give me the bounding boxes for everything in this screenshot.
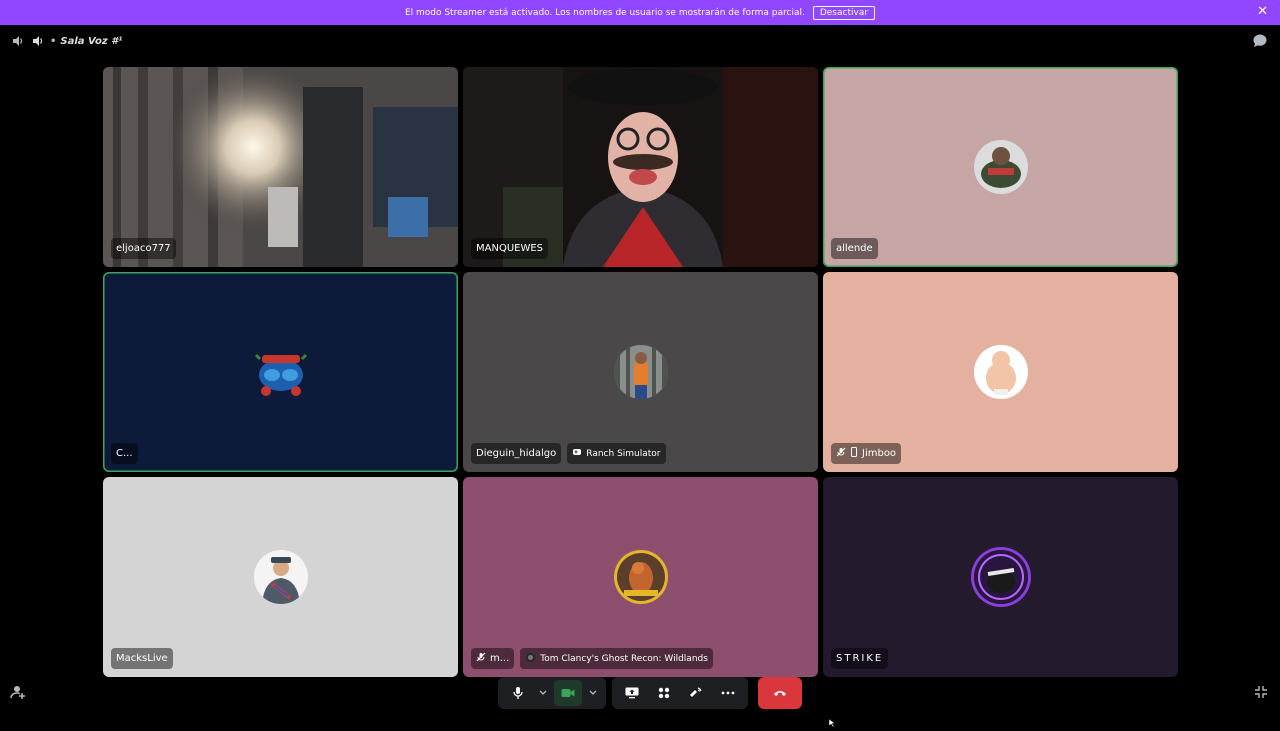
participant-tile-allende[interactable]: allende [823, 67, 1178, 267]
avatar [253, 550, 308, 604]
participant-tile-m[interactable]: m... Tom Clancy's Ghost Recon: Wildlands [463, 477, 818, 677]
separator-dot: • [50, 35, 57, 47]
deactivate-button[interactable]: Desactivar [812, 5, 876, 20]
participant-tile-mackslive[interactable]: MacksLive [103, 477, 458, 677]
activity-name: Tom Clancy's Ghost Recon: Wildlands [540, 653, 708, 664]
banner-message: El modo Streamer está activado. Los nomb… [404, 7, 805, 18]
avatar [613, 550, 668, 604]
soundboard-icon[interactable] [682, 680, 710, 706]
participant-name-pill: Jimboo [831, 443, 902, 464]
chevron-down-icon[interactable] [536, 680, 550, 706]
participant-name: eljoaco777 [111, 238, 176, 259]
channel-name: Sala Voz #¹ [60, 35, 123, 47]
more-icon[interactable] [714, 680, 742, 706]
call-controls [498, 677, 802, 709]
chevron-down-icon[interactable] [586, 680, 600, 706]
participant-name: Jimboo [862, 448, 897, 459]
activity-badge: Ranch Simulator [567, 443, 666, 464]
volume-icon[interactable] [30, 33, 46, 49]
add-user-icon[interactable] [10, 684, 26, 704]
participant-tile-manquewes[interactable]: MANQUEWES [463, 67, 818, 267]
mobile-icon [850, 447, 858, 460]
avatar [254, 345, 308, 399]
video-feed [463, 67, 818, 267]
chat-icon[interactable] [1252, 33, 1268, 52]
participant-name: STRIKE [831, 648, 889, 669]
activity-name: Ranch Simulator [586, 448, 661, 459]
video-feed [103, 67, 458, 267]
microphone-icon[interactable] [504, 680, 532, 706]
participant-tile-jimboo[interactable]: Jimboo [823, 272, 1178, 472]
participant-tile-strike[interactable]: STRIKE [823, 477, 1178, 677]
close-icon[interactable]: ✕ [1257, 5, 1268, 19]
game-icon [525, 652, 536, 666]
participant-name: C... [111, 443, 138, 464]
avatar [973, 345, 1028, 399]
camera-icon[interactable] [554, 680, 582, 706]
actions-group [612, 677, 748, 709]
fullscreen-exit-icon[interactable] [1254, 684, 1268, 703]
hangup-icon[interactable] [758, 677, 802, 709]
mouse-cursor-icon [828, 712, 837, 731]
participant-name: allende [831, 238, 878, 259]
channel-header: • Sala Voz #¹ [0, 25, 1280, 57]
participant-name: m... [490, 653, 510, 664]
avatar [973, 550, 1028, 604]
activities-icon[interactable] [650, 680, 678, 706]
avatar [973, 140, 1028, 194]
participant-tile-dieguin-hidalgo[interactable]: Dieguin_hidalgo Ranch Simulator [463, 272, 818, 472]
participant-tile-eljoaco777[interactable]: eljoaco777 [103, 67, 458, 267]
participant-name: Dieguin_hidalgo [471, 443, 562, 464]
participant-name: MacksLive [111, 648, 173, 669]
muted-icon [476, 652, 486, 665]
participant-name: MANQUEWES [471, 238, 549, 259]
muted-icon [836, 447, 846, 460]
game-controller-icon [572, 447, 582, 460]
screen-share-icon[interactable] [618, 680, 646, 706]
participant-tile-c[interactable]: C... [103, 272, 458, 472]
video-grid: eljoaco777 MANQUEWES allende C... Diegui… [103, 67, 1178, 677]
speaker-icon[interactable] [10, 33, 26, 49]
audio-video-group [498, 677, 606, 709]
avatar [613, 345, 668, 399]
activity-badge: Tom Clancy's Ghost Recon: Wildlands [520, 648, 713, 669]
participant-name-pill: m... [471, 648, 515, 669]
streamer-mode-banner: El modo Streamer está activado. Los nomb… [0, 0, 1280, 25]
